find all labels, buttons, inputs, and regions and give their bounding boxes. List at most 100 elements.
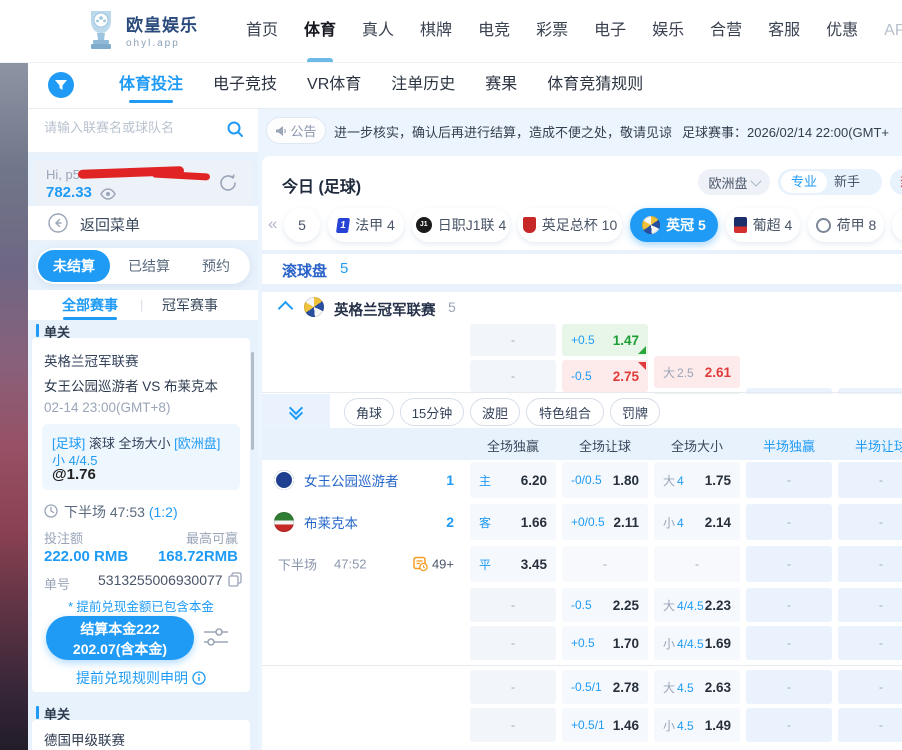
draw-odds-row: 下半场 47:52 49+ 平3.45 - - - - [262, 546, 902, 582]
subnav-sports-betting[interactable]: 体育投注 [119, 62, 183, 108]
subnav-esports[interactable]: 电子竞技 [213, 62, 277, 108]
filter-button[interactable] [48, 72, 74, 98]
double-chevron-down-icon [291, 405, 301, 417]
league-tab-championship[interactable]: 英冠 5 [630, 208, 718, 242]
odds-cell[interactable]: -0.5/12.78 [562, 670, 648, 704]
market-tab-cards[interactable]: 罚牌 [610, 398, 660, 426]
odds-cell[interactable]: -0/0.51.80 [562, 462, 648, 498]
league-tab-eredivisie[interactable]: 荷甲 8 [808, 208, 884, 242]
odds-cell[interactable]: 大4/4.52.23 [654, 588, 740, 622]
topnav-home[interactable]: 首页 [246, 0, 278, 62]
col-half-time-handicap: 半场让球 [838, 436, 902, 455]
odds-cell[interactable]: +0.5/11.46 [562, 708, 648, 742]
topnav-entertainment[interactable]: 娱乐 [652, 0, 684, 62]
brand-logo[interactable]: 欧皇娱乐 ohyl.app [84, 9, 198, 51]
odds-cell[interactable]: -0.52.75 [562, 360, 648, 392]
topnav-sports[interactable]: 体育 [304, 0, 336, 62]
cashout-settings-icon[interactable] [202, 624, 230, 650]
topnav-promos[interactable]: 优惠 [826, 0, 858, 62]
copy-icon[interactable] [228, 572, 242, 587]
odds-cell[interactable]: 平3.45 [470, 546, 556, 582]
odds-cell[interactable]: 小4/4.51.69 [654, 626, 740, 660]
odds-cell-empty: - [746, 462, 832, 498]
expand-toggle[interactable] [262, 394, 330, 428]
tab-champion-events[interactable]: 冠军赛事 [162, 295, 218, 315]
home-team-name[interactable]: 女王公园巡游者 [304, 470, 399, 490]
topnav-lottery[interactable]: 彩票 [536, 0, 568, 62]
col-half-time-1x2: 半场独赢 [746, 436, 832, 455]
search-icon[interactable] [226, 120, 244, 138]
announcement-text: 进一步核实，确认后再进行结算，造成不便之处，敬请见谅！ [334, 122, 674, 141]
subnav-rules[interactable]: 体育竞猜规则 [547, 62, 643, 108]
mode-pro[interactable]: 专业 [781, 171, 827, 193]
league-section-title: 英格兰冠军联赛 [334, 299, 436, 320]
market-tab-corners[interactable]: 角球 [344, 398, 394, 426]
market-tab-correct-score[interactable]: 波胆 [470, 398, 520, 426]
odds-cell[interactable]: -0.52.25 [562, 588, 648, 622]
mode-toggle[interactable]: 专业 新手 [778, 169, 882, 195]
user-card: Hi, p5 782.33 [34, 160, 252, 206]
away-team-name[interactable]: 布莱克本 [304, 512, 358, 532]
subnav-bet-history[interactable]: 注单历史 [391, 62, 455, 108]
odds-cell[interactable]: 客1.66 [470, 504, 556, 540]
topnav-cards[interactable]: 棋牌 [420, 0, 452, 62]
league-tab-liga-portugal[interactable]: 葡超 4 [726, 208, 800, 242]
topnav-partners[interactable]: 合营 [710, 0, 742, 62]
tab-settled[interactable]: 已结算 [128, 248, 170, 284]
subnav-results[interactable]: 赛果 [485, 62, 517, 108]
tab-unsettled[interactable]: 未结算 [38, 250, 110, 282]
tab-reserved[interactable]: 预约 [202, 248, 230, 284]
odds-cell[interactable]: 小4.51.49 [654, 708, 740, 742]
tab-all-events[interactable]: 全部赛事 [62, 295, 118, 315]
eredivisie-logo-icon [816, 218, 831, 233]
topnav-app[interactable]: APP [884, 0, 902, 62]
league-tab-ligue1[interactable]: 1 法甲 4 [328, 208, 404, 242]
topnav-slots[interactable]: 电子 [594, 0, 626, 62]
odds-cell[interactable]: 小42.14 [654, 504, 740, 540]
league-section-count: 5 [448, 299, 456, 315]
ligue1-logo-icon: 1 [336, 218, 350, 233]
back-to-menu[interactable]: 返回菜单 [28, 206, 258, 241]
announcement-schedule: 足球赛事：2026/02/14 22:00(GMT+ [682, 122, 902, 141]
odds-cell[interactable]: 大41.75 [654, 462, 740, 498]
league-tab-j1[interactable]: J1 日职J1联 4 [412, 208, 510, 242]
chevron-down-icon [750, 175, 761, 186]
odds-cell[interactable]: +0.51.70 [562, 626, 648, 660]
league-tab-partial-right[interactable] [892, 208, 902, 242]
odds-cell[interactable]: 大4.52.63 [654, 670, 740, 704]
subnav-vr-sports[interactable]: VR体育 [307, 62, 361, 108]
ticket-league: 英格兰冠军联赛 [44, 350, 139, 370]
topnav-live-casino[interactable]: 真人 [362, 0, 394, 62]
topnav-support[interactable]: 客服 [768, 0, 800, 62]
league-tab-fa-cup[interactable]: 英足总杯 10 [518, 208, 622, 242]
sidebar-scrollbar[interactable] [251, 352, 254, 450]
odds-cell[interactable]: +0.51.47 [562, 324, 648, 356]
away-score: 2 [446, 514, 454, 530]
cashout-button[interactable]: 结算本金222 202.07(含本金) [46, 616, 194, 660]
league-tab-partial[interactable]: 5 [284, 208, 320, 242]
scroll-left-icon[interactable]: « [268, 214, 275, 234]
away-team-cell[interactable]: 布莱克本 2 [262, 504, 468, 540]
stake-label: 投注额 [44, 528, 83, 547]
market-tab-specials[interactable]: 特色组合 [526, 398, 604, 426]
topnav-esports[interactable]: 电竞 [478, 0, 510, 62]
more-markets-button[interactable]: 49+ [413, 557, 454, 572]
mode-novice[interactable]: 新手 [834, 169, 860, 195]
odds-cell[interactable]: 主6.20 [470, 462, 556, 498]
odds-cell[interactable]: +0/0.52.11 [562, 504, 648, 540]
home-team-cell[interactable]: 女王公园巡游者 1 [262, 462, 468, 498]
market-tab-15min[interactable]: 15分钟 [400, 398, 464, 426]
market-type-select[interactable]: 欧洲盘 [698, 169, 770, 195]
refresh-icon[interactable] [216, 171, 240, 195]
search-input[interactable] [42, 119, 216, 136]
eye-icon[interactable] [100, 188, 116, 200]
odds-cell-empty: - [470, 360, 556, 392]
odds-cell-empty: - [746, 588, 832, 622]
bet-ticket-card: 英格兰冠军联赛 女王公园巡游者 VS 布莱克本 02-14 23:00(GMT+… [32, 338, 250, 692]
cashout-rules-link[interactable]: 提前兑现规则申明 [32, 668, 250, 688]
sports-sub-nav: 体育投注 电子竞技 VR体育 注单历史 赛果 体育竞猜规则 [28, 62, 902, 109]
sport-tag: [足球] [52, 436, 85, 451]
hot-tab[interactable]: 热 [890, 169, 902, 195]
collapse-chevron-icon[interactable] [278, 301, 294, 317]
odds-cell-empty: - [470, 708, 556, 742]
